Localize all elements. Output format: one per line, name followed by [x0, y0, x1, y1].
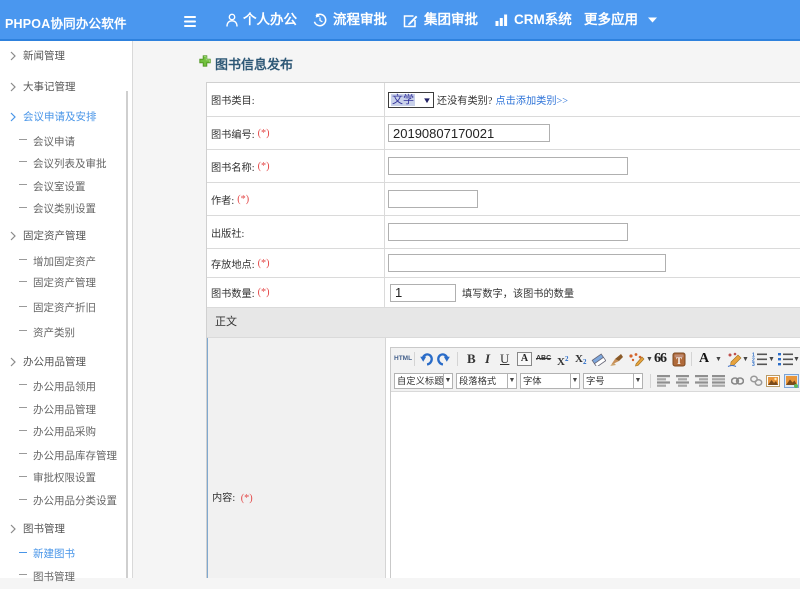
svg-text:T: T	[676, 356, 682, 366]
svg-text:3: 3	[752, 362, 755, 366]
